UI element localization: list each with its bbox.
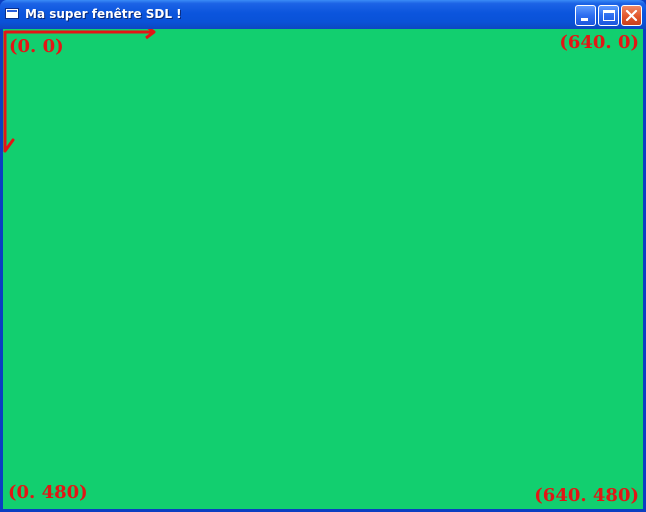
window-app-icon[interactable] — [5, 8, 19, 19]
coord-label-bottom-right: (640. 480) — [534, 485, 639, 506]
coord-label-bottom-left: (0. 480) — [8, 482, 88, 503]
close-icon — [625, 9, 638, 22]
window-title: Ma super fenêtre SDL ! — [25, 7, 182, 21]
x-axis-arrowhead — [145, 29, 156, 40]
maximize-button[interactable] — [598, 5, 619, 26]
close-button[interactable] — [621, 5, 642, 26]
coord-label-top-left: (0. 0) — [9, 36, 64, 57]
maximize-icon — [603, 10, 615, 21]
axis-arrows — [3, 29, 156, 153]
y-axis-arrowhead — [3, 138, 15, 153]
coord-label-top-right: (640. 0) — [559, 32, 639, 53]
minimize-button[interactable] — [575, 5, 596, 26]
title-bar[interactable]: Ma super fenêtre SDL ! — [0, 0, 646, 29]
minimize-icon — [581, 18, 588, 21]
sdl-window: Ma super fenêtre SDL ! (0. 0) (640. 0) (… — [0, 0, 646, 512]
client-area[interactable]: (0. 0) (640. 0) (0. 480) (640. 480) — [3, 29, 643, 509]
